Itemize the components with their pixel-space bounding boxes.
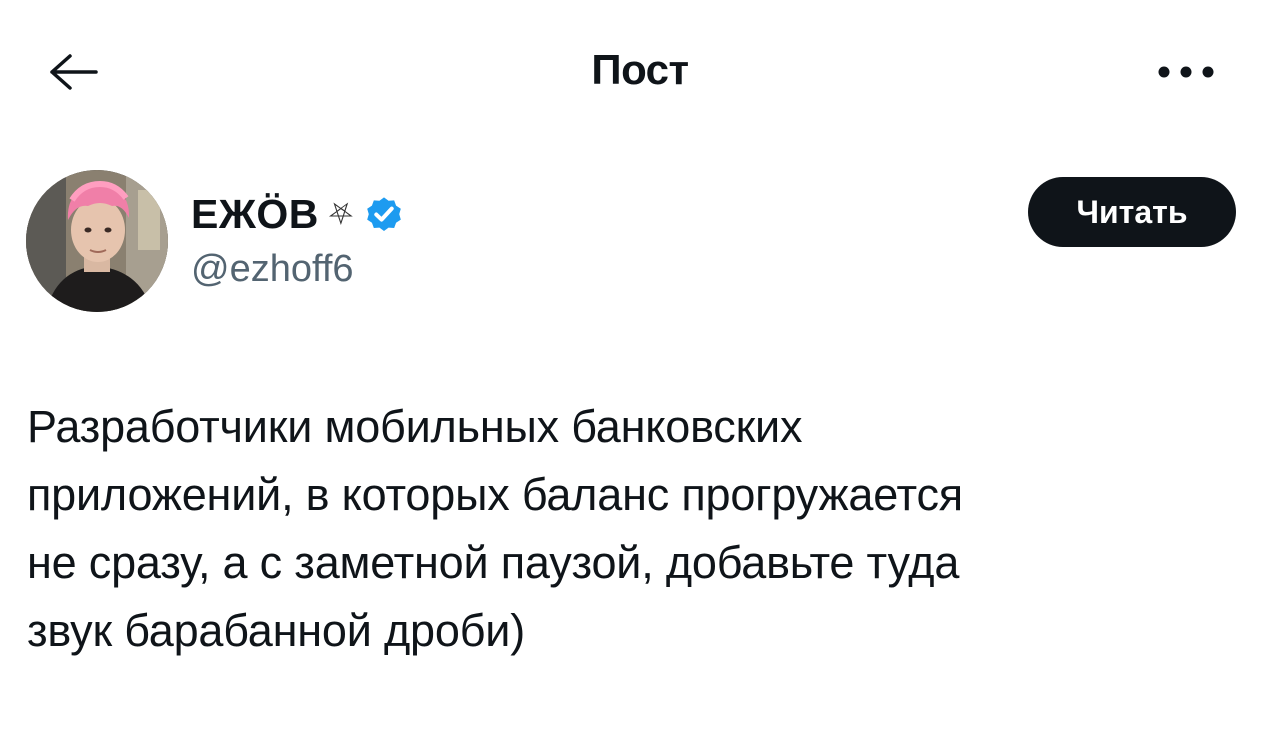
pentagram-glyph: ⛧ xyxy=(328,196,353,232)
avatar[interactable] xyxy=(26,170,168,312)
more-horizontal-icon xyxy=(1158,66,1214,78)
tweet-author: ЕЖÖВ ⛧ @ezhoff6 Читать xyxy=(26,170,1236,315)
page-title: Пост xyxy=(591,46,689,93)
top-bar: Пост xyxy=(0,0,1280,140)
more-options-button[interactable] xyxy=(1154,52,1218,92)
user-handle[interactable]: @ezhoff6 xyxy=(191,248,354,291)
name-row: ЕЖÖВ ⛧ xyxy=(191,186,405,242)
tweet-text: Разработчики мобильных банковских прилож… xyxy=(27,401,963,656)
follow-button[interactable]: Читать xyxy=(1028,177,1236,247)
verified-badge-icon xyxy=(367,197,401,231)
display-name[interactable]: ЕЖÖВ xyxy=(191,191,319,238)
